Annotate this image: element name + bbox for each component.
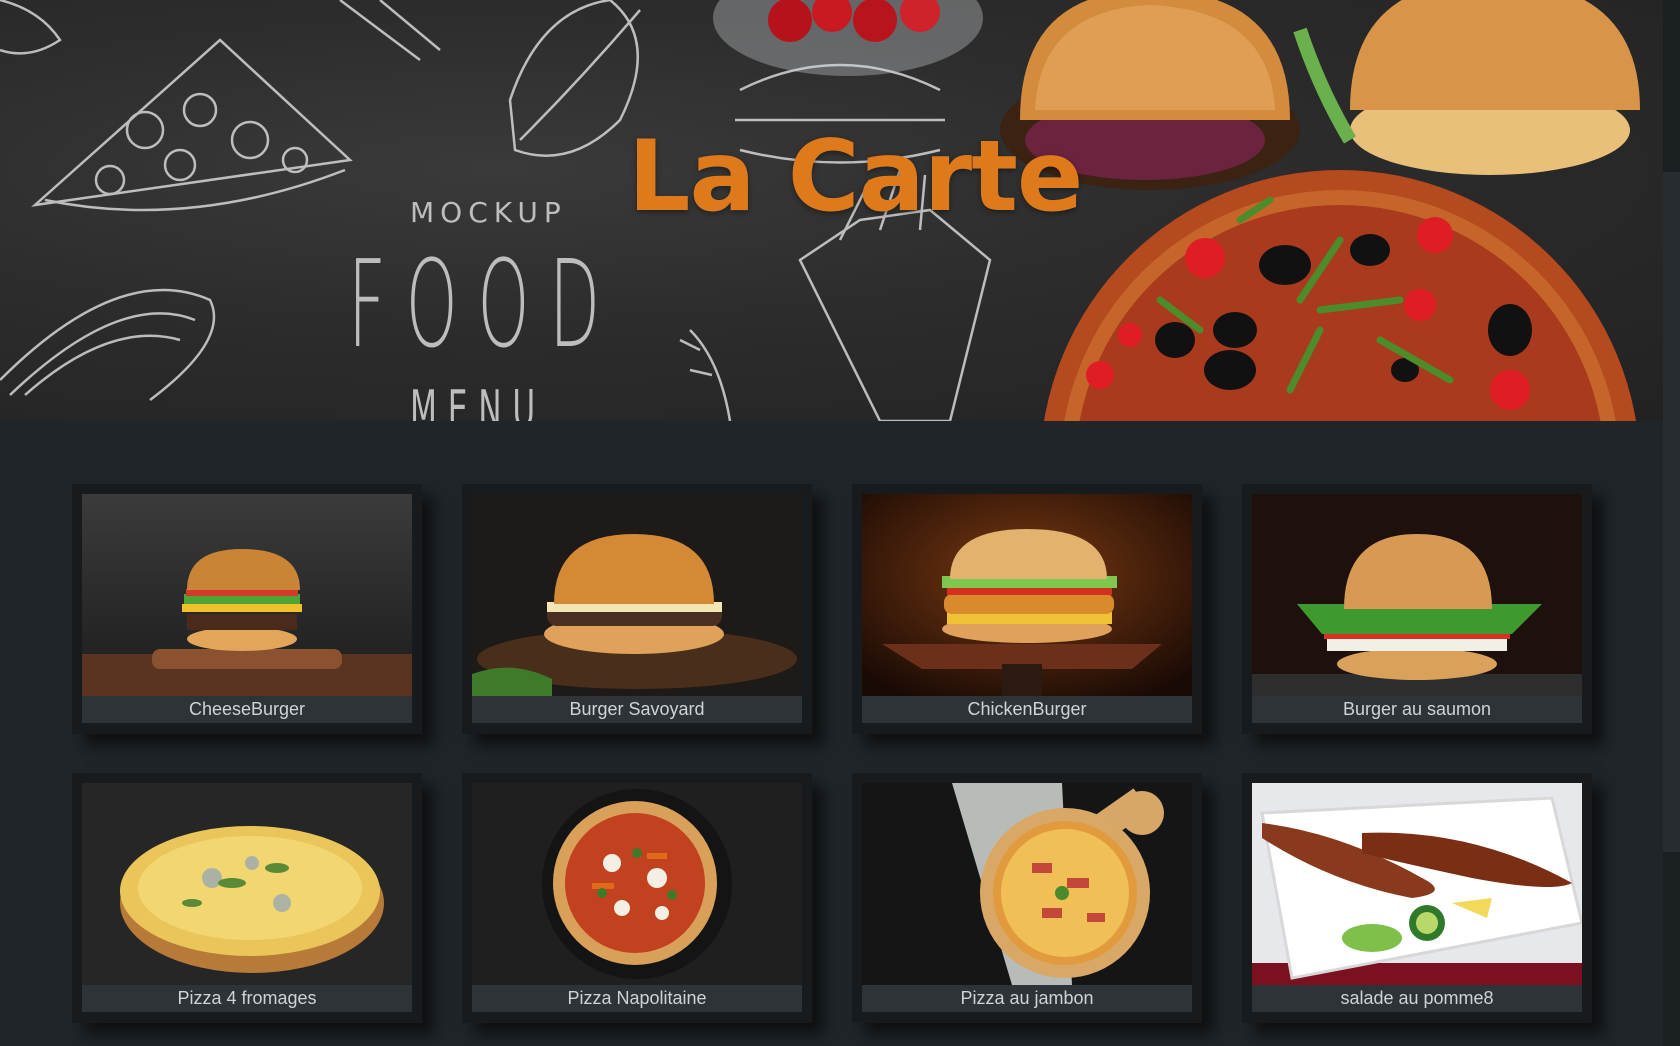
page: MOCKUP FOOD MENU La Carte CheeseBurger B… xyxy=(0,0,1680,1046)
menu-card-salade-au-pomme8[interactable]: salade au pomme8 xyxy=(1242,773,1592,1023)
scrollbar-track[interactable] xyxy=(1663,0,1680,1046)
menu-card-pizza-au-jambon[interactable]: Pizza au jambon xyxy=(852,773,1202,1023)
menu-grid: CheeseBurger Burger Savoyard ChickenBurg… xyxy=(0,421,1663,1046)
menu-card-label: CheeseBurger xyxy=(82,696,412,723)
menu-card-pizza-napolitaine[interactable]: Pizza Napolitaine xyxy=(462,773,812,1023)
logo-mockup-text: MOCKUP xyxy=(410,196,567,229)
menu-card-image xyxy=(82,494,412,696)
menu-card-cheeseburger[interactable]: CheeseBurger xyxy=(72,484,422,734)
page-title: La Carte xyxy=(628,120,1083,234)
menu-card-image xyxy=(82,783,412,985)
menu-card-image xyxy=(1252,783,1582,985)
logo-menu-text: MENU xyxy=(410,380,547,421)
menu-card-image xyxy=(862,783,1192,985)
menu-card-image xyxy=(472,494,802,696)
menu-card-image xyxy=(862,494,1192,696)
scrollbar-thumb[interactable] xyxy=(1663,172,1680,852)
menu-card-pizza-4-fromages[interactable]: Pizza 4 fromages xyxy=(72,773,422,1023)
menu-card-burger-au-saumon[interactable]: Burger au saumon xyxy=(1242,484,1592,734)
menu-card-label: Burger au saumon xyxy=(1252,696,1582,723)
menu-card-image xyxy=(1252,494,1582,696)
menu-card-label: Pizza au jambon xyxy=(862,985,1192,1012)
food-menu-logo: MOCKUP FOOD MENU xyxy=(330,190,640,421)
logo-food-text: FOOD xyxy=(348,236,620,375)
menu-card-label: Pizza Napolitaine xyxy=(472,985,802,1012)
menu-card-image xyxy=(472,783,802,985)
menu-card-label: Burger Savoyard xyxy=(472,696,802,723)
menu-card-label: Pizza 4 fromages xyxy=(82,985,412,1012)
menu-card-chickenburger[interactable]: ChickenBurger xyxy=(852,484,1202,734)
menu-card-burger-savoyard[interactable]: Burger Savoyard xyxy=(462,484,812,734)
hero-banner: MOCKUP FOOD MENU La Carte xyxy=(0,0,1663,421)
menu-card-label: salade au pomme8 xyxy=(1252,985,1582,1012)
menu-card-label: ChickenBurger xyxy=(862,696,1192,723)
